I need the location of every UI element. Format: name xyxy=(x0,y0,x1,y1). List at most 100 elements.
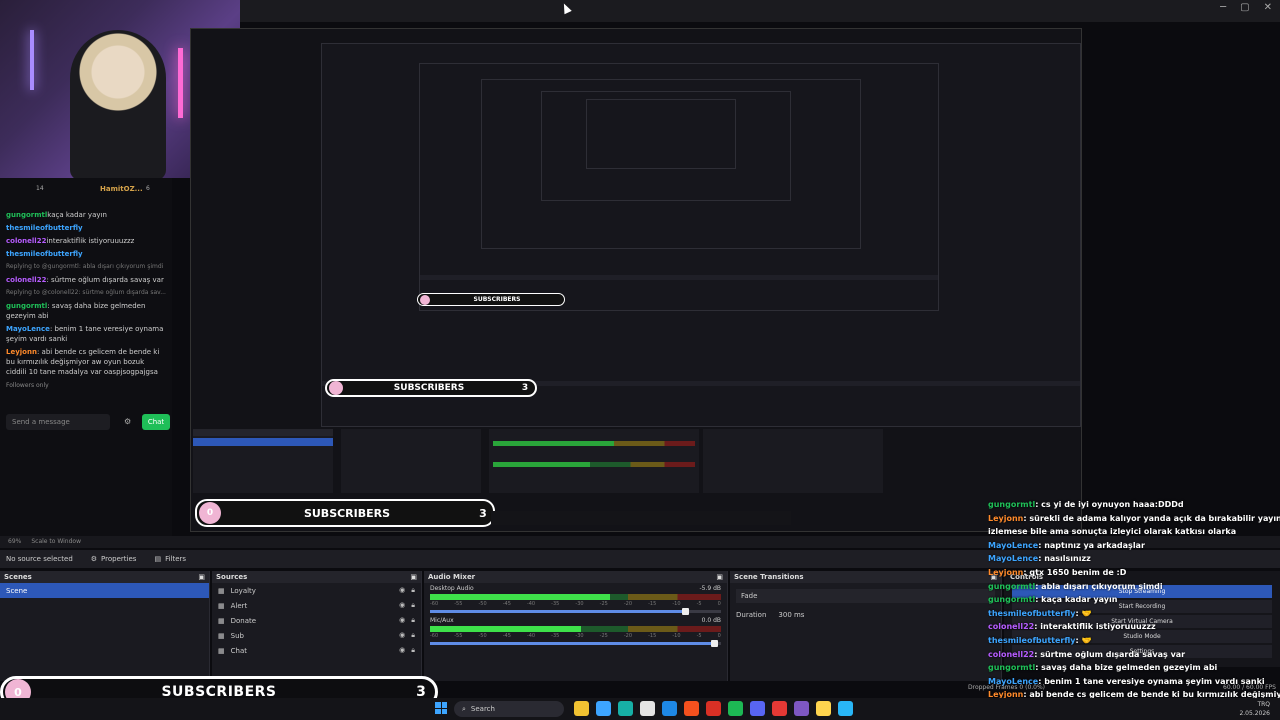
obs-preview[interactable]: SUBSCRIBERS 3 SUBSCRIBERS 0 SUBSCRIBERS … xyxy=(190,28,1082,532)
dock-menu-icon[interactable]: ▣ xyxy=(716,573,723,581)
properties-button[interactable]: ⚙ Properties xyxy=(91,555,137,563)
zoom-level[interactable]: 69% xyxy=(8,538,21,546)
dock-title: Sources xyxy=(216,573,248,581)
transition-select[interactable]: Fade xyxy=(736,589,995,603)
tick-label: -20 xyxy=(623,633,633,639)
top-user: HamitOZ... xyxy=(100,185,143,193)
chat-username[interactable]: colonell22 xyxy=(6,237,46,245)
tick-label: -5 xyxy=(696,601,702,607)
duration-input[interactable]: 300 ms xyxy=(778,611,804,619)
taskbar-app-icon[interactable] xyxy=(728,701,743,716)
gear-icon[interactable]: ⚙ xyxy=(124,417,131,427)
sub-label: SUBSCRIBERS xyxy=(303,506,391,520)
language-indicator[interactable]: TRQ xyxy=(1239,700,1270,709)
sub-count: 3 xyxy=(521,383,529,393)
tick-label: -60 xyxy=(430,633,439,639)
volume-slider[interactable] xyxy=(430,608,721,615)
scale-mode[interactable]: Scale to Window xyxy=(31,538,81,546)
followers-only-notice: Followers only xyxy=(6,382,49,389)
lock-icon[interactable]: 🔒︎ xyxy=(411,631,415,640)
overlay-text: : 🤝 xyxy=(1075,635,1092,645)
taskbar-app-icon[interactable] xyxy=(596,701,611,716)
windows-start-icon[interactable] xyxy=(435,702,447,714)
dropped-frames: Dropped Frames 0 (0.0%) xyxy=(968,684,1046,691)
eye-icon[interactable]: ◉ xyxy=(399,646,405,655)
dock-header: Sources ▣ xyxy=(212,571,421,583)
tick-label: -55 xyxy=(454,601,463,607)
dock-menu-icon[interactable]: ▣ xyxy=(198,573,205,581)
chat-send-button[interactable]: Chat xyxy=(142,414,170,430)
slider-knob[interactable] xyxy=(711,640,719,647)
tick-label: -50 xyxy=(478,601,487,607)
top-count: 14 xyxy=(36,185,44,192)
source-item[interactable]: ▦ Alert ◉ 🔒︎ xyxy=(212,598,421,613)
nested-scenes-dock xyxy=(193,429,333,493)
chat-username[interactable]: colonell22 xyxy=(6,276,46,284)
scene-transitions-dock: Scene Transitions ▣ Fade Duration 300 ms xyxy=(730,571,1002,681)
slider-knob[interactable] xyxy=(682,608,690,615)
overlay-username: gungormtl xyxy=(988,581,1036,591)
scene-item[interactable]: Scene xyxy=(0,583,209,598)
nested-transitions-dock xyxy=(703,429,883,493)
chat-username[interactable]: gungormtl xyxy=(6,302,47,310)
source-label: Loyalty xyxy=(230,586,256,595)
eye-icon[interactable]: ◉ xyxy=(399,586,405,595)
taskbar-app-icon[interactable] xyxy=(574,701,589,716)
source-item[interactable]: ▦ Loyalty ◉ 🔒︎ xyxy=(212,583,421,598)
chat-username[interactable]: Leyjonn xyxy=(6,348,37,356)
eye-icon[interactable]: ◉ xyxy=(399,631,405,640)
volume-slider[interactable] xyxy=(430,640,721,647)
taskbar-app-icon[interactable] xyxy=(618,701,633,716)
chat-username[interactable]: thesmileofbutterfly xyxy=(6,224,83,232)
overlay-username: MayoLence xyxy=(988,540,1039,550)
chat-username[interactable]: thesmileofbutterfly xyxy=(6,250,83,258)
minimize-icon[interactable]: ─ xyxy=(1220,2,1226,13)
taskbar-app-icon[interactable] xyxy=(662,701,677,716)
nested-sources-dock xyxy=(341,429,481,493)
taskbar-app-icon[interactable] xyxy=(838,701,853,716)
system-tray: TRQ 2.05.2026 xyxy=(1239,700,1270,718)
chat-text: interaktiflik istiyoruuuzzz xyxy=(46,237,135,245)
taskbar-app-icon[interactable] xyxy=(794,701,809,716)
volume-meter xyxy=(430,626,721,632)
source-label: Chat xyxy=(230,646,247,655)
chat-text: kaça kadar yayın xyxy=(47,211,107,219)
subscribers-widget: SUBSCRIBERS xyxy=(417,293,565,306)
filters-label: Filters xyxy=(165,555,187,563)
gear-icon: ⚙ xyxy=(90,555,98,563)
overlay-username: colonell22 xyxy=(988,622,1035,632)
source-item[interactable]: ▦ Sub ◉ 🔒︎ xyxy=(212,628,421,643)
chat-input[interactable]: Send a message xyxy=(6,414,110,430)
clock-date[interactable]: 2.05.2026 xyxy=(1239,709,1270,718)
taskbar-search[interactable]: ⌕ Search xyxy=(454,701,564,717)
eye-icon[interactable]: ◉ xyxy=(399,616,405,625)
tick-label: -15 xyxy=(648,601,657,607)
lock-icon[interactable]: 🔒︎ xyxy=(411,646,415,655)
source-item[interactable]: ▦ Donate ◉ 🔒︎ xyxy=(212,613,421,628)
taskbar-app-icon[interactable] xyxy=(706,701,721,716)
lock-icon[interactable]: 🔒︎ xyxy=(411,601,415,610)
maximize-icon[interactable]: ▢ xyxy=(1240,2,1249,13)
tick-label: -40 xyxy=(526,633,536,639)
close-icon[interactable]: ✕ xyxy=(1264,2,1272,13)
taskbar-app-icon[interactable] xyxy=(640,701,655,716)
overlay-message: Leyjonn: gtx 1650 benim de :D xyxy=(988,566,1280,580)
taskbar-app-icon[interactable] xyxy=(750,701,765,716)
overlay-message: MayoLence: naptınız ya arkadaşlar xyxy=(988,539,1280,553)
chat-username[interactable]: MayoLence xyxy=(6,325,50,333)
tick-label: 0 xyxy=(717,633,721,639)
overlay-text: izlemese bile ama sonuçta izleyici olara… xyxy=(988,527,1237,537)
chat-message: gungormtl: savaş daha bize gelmeden geze… xyxy=(6,302,146,320)
taskbar-app-icon[interactable] xyxy=(684,701,699,716)
dock-menu-icon[interactable]: ▣ xyxy=(410,573,417,581)
taskbar-app-icon[interactable] xyxy=(816,701,831,716)
filters-button[interactable]: ▤ Filters xyxy=(154,555,186,563)
taskbar: ⌕ Search TRQ 2.05.2026 xyxy=(0,698,1280,720)
source-item[interactable]: ▦ Chat ◉ 🔒︎ xyxy=(212,643,421,658)
lock-icon[interactable]: 🔒︎ xyxy=(411,586,415,595)
lock-icon[interactable]: 🔒︎ xyxy=(411,616,415,625)
taskbar-app-icon[interactable] xyxy=(772,701,787,716)
chat-username[interactable]: gungormtl xyxy=(6,211,47,219)
eye-icon[interactable]: ◉ xyxy=(399,601,405,610)
chat-message: thesmileofbutterfly xyxy=(6,249,166,259)
